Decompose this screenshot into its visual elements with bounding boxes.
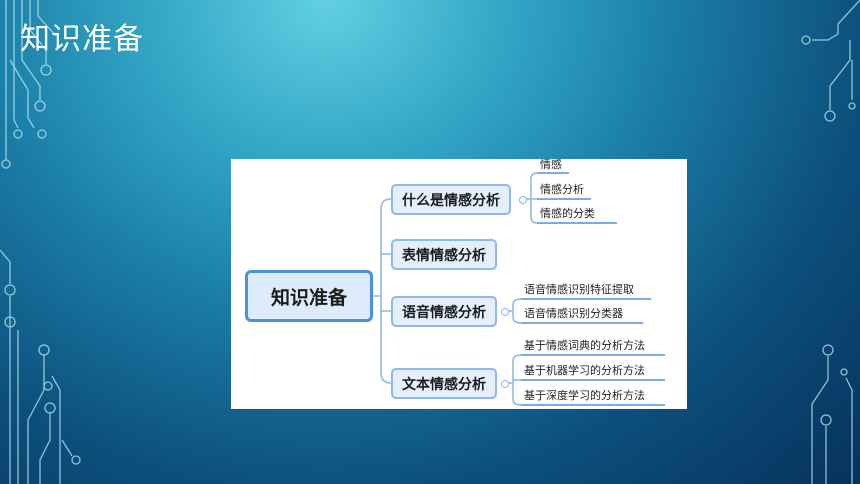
- leaf-node: 基于机器学习的分析方法: [524, 364, 645, 377]
- collapse-dot-icon: [501, 308, 509, 316]
- mind-map: 知识准备 什么是情感分析 表情情感分析 语音情感分析 文本情感分析 情感 情感分…: [231, 159, 687, 409]
- leaf-node: 基于深度学习的分析方法: [524, 389, 645, 402]
- leaf-node: 语音情感识别特征提取: [524, 283, 634, 296]
- leaf-node: 情感的分类: [540, 207, 595, 220]
- leaf-node: 情感分析: [540, 183, 584, 196]
- collapse-dot-icon: [519, 196, 527, 204]
- leaf-node: 基于情感词典的分析方法: [524, 339, 645, 352]
- collapse-dot-icon: [501, 380, 509, 388]
- leaf-node: 情感: [540, 159, 562, 171]
- branch-node-speech-sentiment: 语音情感分析: [391, 296, 497, 327]
- branch-node-what-is-sentiment: 什么是情感分析: [391, 184, 511, 215]
- leaf-node: 语音情感识别分类器: [524, 307, 623, 320]
- slide-title: 知识准备: [20, 22, 144, 57]
- root-node: 知识准备: [245, 270, 373, 322]
- branch-node-facial-sentiment: 表情情感分析: [391, 239, 497, 270]
- branch-node-text-sentiment: 文本情感分析: [391, 368, 497, 399]
